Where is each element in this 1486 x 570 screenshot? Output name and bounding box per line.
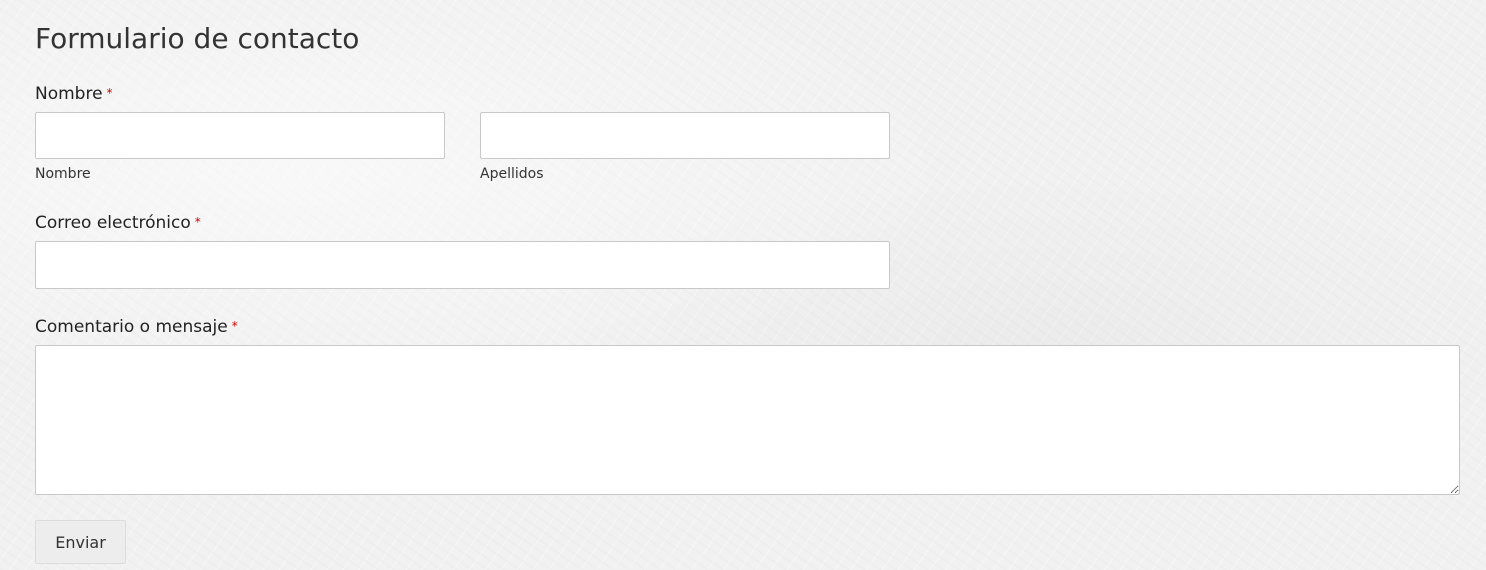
last-name-sublabel: Apellidos <box>480 166 544 182</box>
email-label-text: Correo electrónico <box>35 213 191 233</box>
first-name-sublabel: Nombre <box>35 166 91 182</box>
name-label: Nombre * <box>35 83 113 105</box>
name-label-text: Nombre <box>35 84 103 104</box>
message-label-text: Comentario o mensaje <box>35 317 228 337</box>
last-name-input[interactable] <box>480 112 890 159</box>
message-textarea[interactable] <box>35 345 1460 495</box>
submit-button[interactable]: Enviar <box>35 520 126 564</box>
email-input[interactable] <box>35 241 890 289</box>
name-required-marker: * <box>106 86 113 100</box>
first-name-input[interactable] <box>35 112 445 159</box>
email-required-marker: * <box>194 215 201 229</box>
form-title: Formulario de contacto <box>35 22 360 55</box>
message-label: Comentario o mensaje * <box>35 316 238 338</box>
message-required-marker: * <box>231 319 238 333</box>
email-label: Correo electrónico * <box>35 212 201 234</box>
